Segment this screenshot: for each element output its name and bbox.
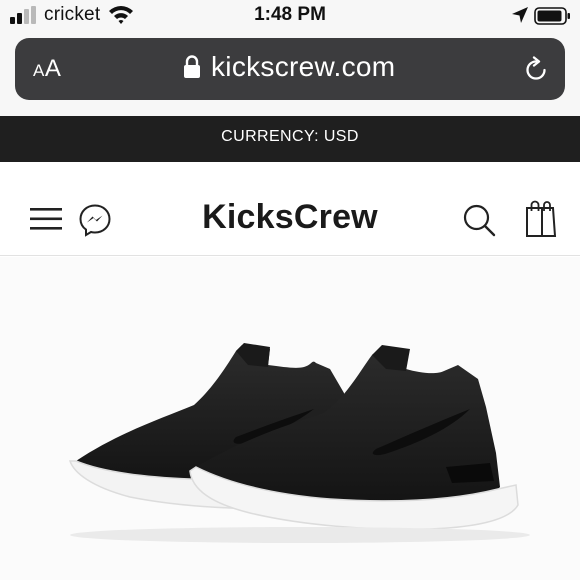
address-bar[interactable]: AA kickscrew.com bbox=[15, 38, 565, 100]
site-header: KicksCrew bbox=[0, 162, 580, 256]
product-shoe-image bbox=[68, 343, 530, 543]
currency-label: CURRENCY: USD bbox=[221, 128, 359, 145]
search-icon[interactable] bbox=[462, 203, 496, 237]
shopping-bag-icon[interactable] bbox=[522, 199, 558, 237]
lock-icon bbox=[184, 55, 200, 78]
location-arrow-icon bbox=[512, 7, 528, 23]
text-size-button[interactable]: AA bbox=[33, 55, 61, 83]
browser-toolbar: AA kickscrew.com bbox=[0, 34, 580, 116]
status-bar: cricket 1:48 PM bbox=[0, 0, 580, 34]
battery-icon bbox=[534, 7, 570, 25]
clock-time: 1:48 PM bbox=[254, 4, 326, 25]
product-image-area[interactable] bbox=[0, 257, 580, 580]
url-text[interactable]: kickscrew.com bbox=[211, 51, 395, 83]
currency-banner[interactable]: CURRENCY: USD bbox=[0, 116, 580, 162]
reload-icon[interactable] bbox=[522, 56, 550, 84]
